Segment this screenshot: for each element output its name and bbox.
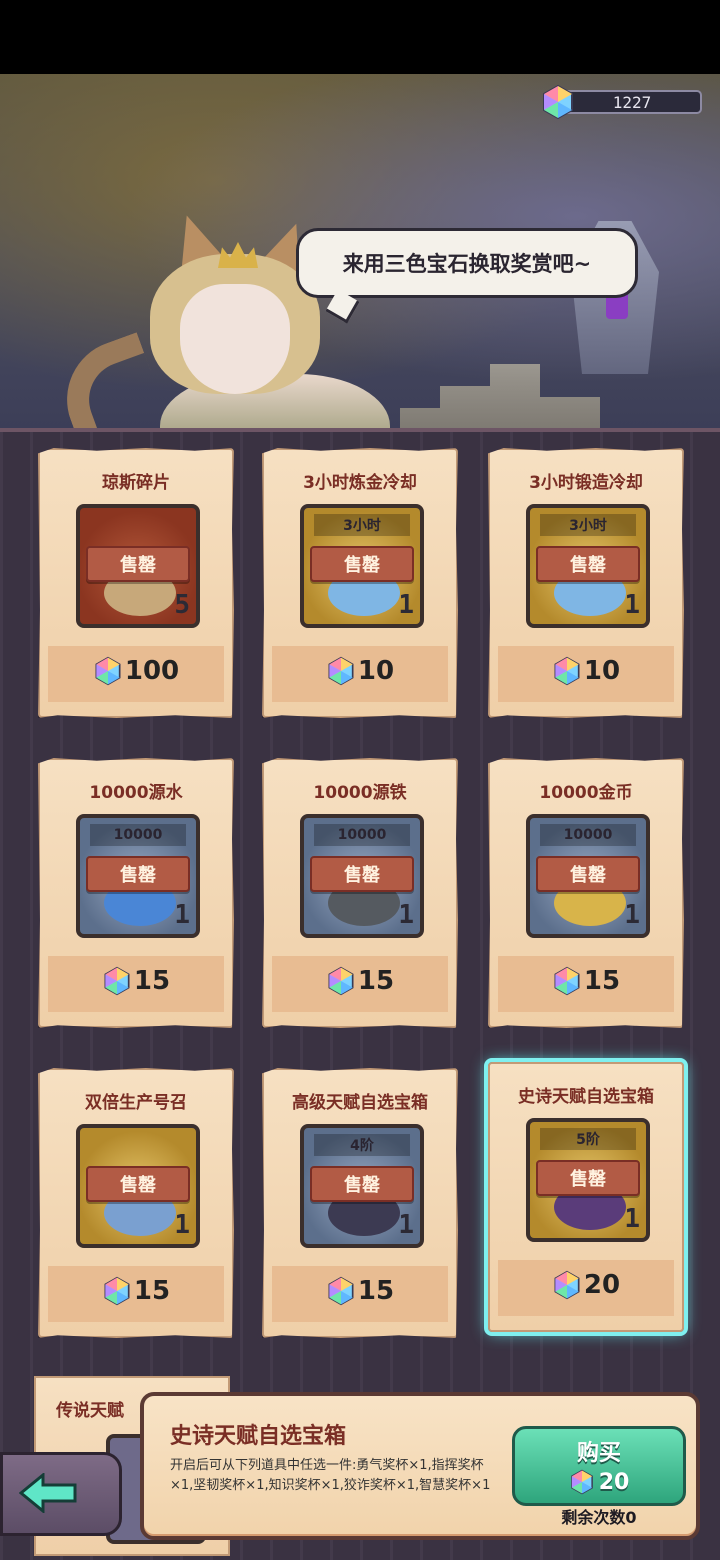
sold-out-badge: 售罄 <box>86 856 190 892</box>
sold-out-badge: 售罄 <box>310 856 414 892</box>
shop-item-card[interactable]: 琼斯碎片售罄 5 100 <box>38 448 234 718</box>
currency-amount: 1227 <box>612 92 652 112</box>
shop-item-card[interactable]: 史诗天赋自选宝箱 5阶售罄 1 20 <box>484 1058 688 1336</box>
item-title: 双倍生产号召 <box>85 1093 187 1113</box>
item-price: 20 <box>490 1270 682 1300</box>
item-icon-label: 4阶 <box>314 1134 410 1156</box>
item-icon-label: 3小时 <box>540 514 636 536</box>
tricolor-gem-icon <box>554 966 580 996</box>
item-icon-label: 5阶 <box>540 1128 636 1150</box>
item-price-value: 15 <box>357 1276 395 1306</box>
item-price-value: 100 <box>124 656 180 686</box>
sold-out-badge: 售罄 <box>536 856 640 892</box>
item-price: 15 <box>264 1276 456 1306</box>
item-count: 5 <box>174 590 190 620</box>
item-count: 1 <box>624 1204 640 1234</box>
npc-face <box>180 284 290 394</box>
item-price-value: 10 <box>357 656 395 686</box>
sold-out-badge: 售罄 <box>310 546 414 582</box>
shop-item-card[interactable]: 高级天赋自选宝箱 4阶售罄 1 15 <box>262 1068 458 1338</box>
item-title: 琼斯碎片 <box>102 473 170 493</box>
tricolor-gem-icon <box>543 84 573 120</box>
tricolor-gem-icon <box>95 656 121 686</box>
shop-item-card[interactable]: 10000源铁 10000 售罄 1 15 <box>262 758 458 1028</box>
sold-out-badge: 售罄 <box>86 1166 190 1202</box>
item-icon-frame: 售罄 1 <box>76 1124 200 1248</box>
item-title: 3小时锻造冷却 <box>529 473 643 493</box>
item-price-value: 20 <box>583 1270 621 1300</box>
tricolor-gem-icon <box>554 1270 580 1300</box>
app-root: 来用三色宝石换取奖赏吧~ 1227 琼斯碎片 售罄 5 100 3小时炼金冷却 3小时 售罄… <box>0 0 720 1560</box>
item-title: 高级天赋自选宝箱 <box>292 1093 428 1113</box>
item-count: 1 <box>398 900 414 930</box>
currency-display: 1227 <box>540 84 706 120</box>
item-title: 10000源铁 <box>313 783 407 803</box>
item-price: 15 <box>40 966 232 996</box>
item-price: 100 <box>40 656 232 686</box>
item-count: 1 <box>624 900 640 930</box>
tricolor-gem-icon <box>328 1276 354 1306</box>
item-price: 15 <box>490 966 682 996</box>
item-price-value: 15 <box>133 966 171 996</box>
shop-item-card[interactable]: 10000金币 10000 售罄 1 15 <box>488 758 684 1028</box>
tricolor-gem-icon <box>104 966 130 996</box>
detail-description: 开启后可从下列道具中任选一件:勇气奖杯×1,指挥奖杯×1,坚韧奖杯×1,知识奖杯… <box>170 1458 491 1493</box>
item-price-value: 15 <box>133 1276 171 1306</box>
item-count: 1 <box>174 900 190 930</box>
item-icon-label: 10000 <box>540 824 636 846</box>
shop-item-card[interactable]: 双倍生产号召售罄 1 15 <box>38 1068 234 1338</box>
item-icon-frame: 售罄 5 <box>76 504 200 628</box>
buy-button[interactable]: 购买 20 <box>512 1426 686 1506</box>
item-price: 15 <box>40 1276 232 1306</box>
item-icon-frame: 10000 售罄 1 <box>300 814 424 938</box>
item-icon-frame: 5阶售罄 1 <box>526 1118 650 1242</box>
top-black-bar <box>0 0 720 74</box>
item-count: 1 <box>398 590 414 620</box>
item-icon-frame: 3小时售罄 1 <box>526 504 650 628</box>
item-icon-frame: 3小时售罄 1 <box>300 504 424 628</box>
tricolor-gem-icon <box>554 656 580 686</box>
sold-out-badge: 售罄 <box>536 546 640 582</box>
buy-price: 20 <box>515 1469 683 1495</box>
tricolor-gem-icon <box>570 1469 593 1495</box>
item-icon-frame: 10000 售罄 1 <box>76 814 200 938</box>
tricolor-gem-icon <box>104 1276 130 1306</box>
item-price: 10 <box>490 656 682 686</box>
tricolor-gem-icon <box>328 656 354 686</box>
detail-title: 史诗天赋自选宝箱 <box>170 1424 347 1449</box>
item-title: 史诗天赋自选宝箱 <box>518 1087 654 1107</box>
item-title: 10000源水 <box>89 783 183 803</box>
shop-item-card[interactable]: 3小时锻造冷却 3小时售罄 1 10 <box>488 448 684 718</box>
buy-price-value: 20 <box>598 1469 630 1495</box>
sold-out-badge: 售罄 <box>86 546 190 582</box>
currency-bar: 1227 <box>562 90 702 114</box>
item-title: 10000金币 <box>539 783 633 803</box>
item-count: 1 <box>624 590 640 620</box>
sold-out-badge: 售罄 <box>536 1160 640 1196</box>
remaining-count: 剩余次数0 <box>561 1508 637 1527</box>
item-title: 传说天赋 <box>56 1401 124 1421</box>
speech-text: 来用三色宝石换取奖赏吧~ <box>342 252 592 276</box>
item-icon-label: 10000 <box>90 824 186 846</box>
buy-label: 购买 <box>576 1441 621 1466</box>
item-price-value: 15 <box>583 966 621 996</box>
item-icon-frame: 4阶售罄 1 <box>300 1124 424 1248</box>
speech-bubble: 来用三色宝石换取奖赏吧~ <box>296 228 638 298</box>
back-arrow-icon <box>19 1473 77 1513</box>
item-price: 15 <box>264 966 456 996</box>
item-title: 3小时炼金冷却 <box>303 473 417 493</box>
item-price: 10 <box>264 656 456 686</box>
sold-out-badge: 售罄 <box>310 1166 414 1202</box>
item-count: 1 <box>174 1210 190 1240</box>
item-count: 1 <box>398 1210 414 1240</box>
back-button[interactable] <box>0 1452 122 1536</box>
item-icon-frame: 10000 售罄 1 <box>526 814 650 938</box>
item-icon-label: 3小时 <box>314 514 410 536</box>
item-price-value: 15 <box>357 966 395 996</box>
tricolor-gem-icon <box>328 966 354 996</box>
shop-item-card[interactable]: 10000源水 10000 售罄 1 15 <box>38 758 234 1028</box>
item-price-value: 10 <box>583 656 621 686</box>
shop-item-card[interactable]: 3小时炼金冷却 3小时售罄 1 10 <box>262 448 458 718</box>
item-icon-label: 10000 <box>314 824 410 846</box>
